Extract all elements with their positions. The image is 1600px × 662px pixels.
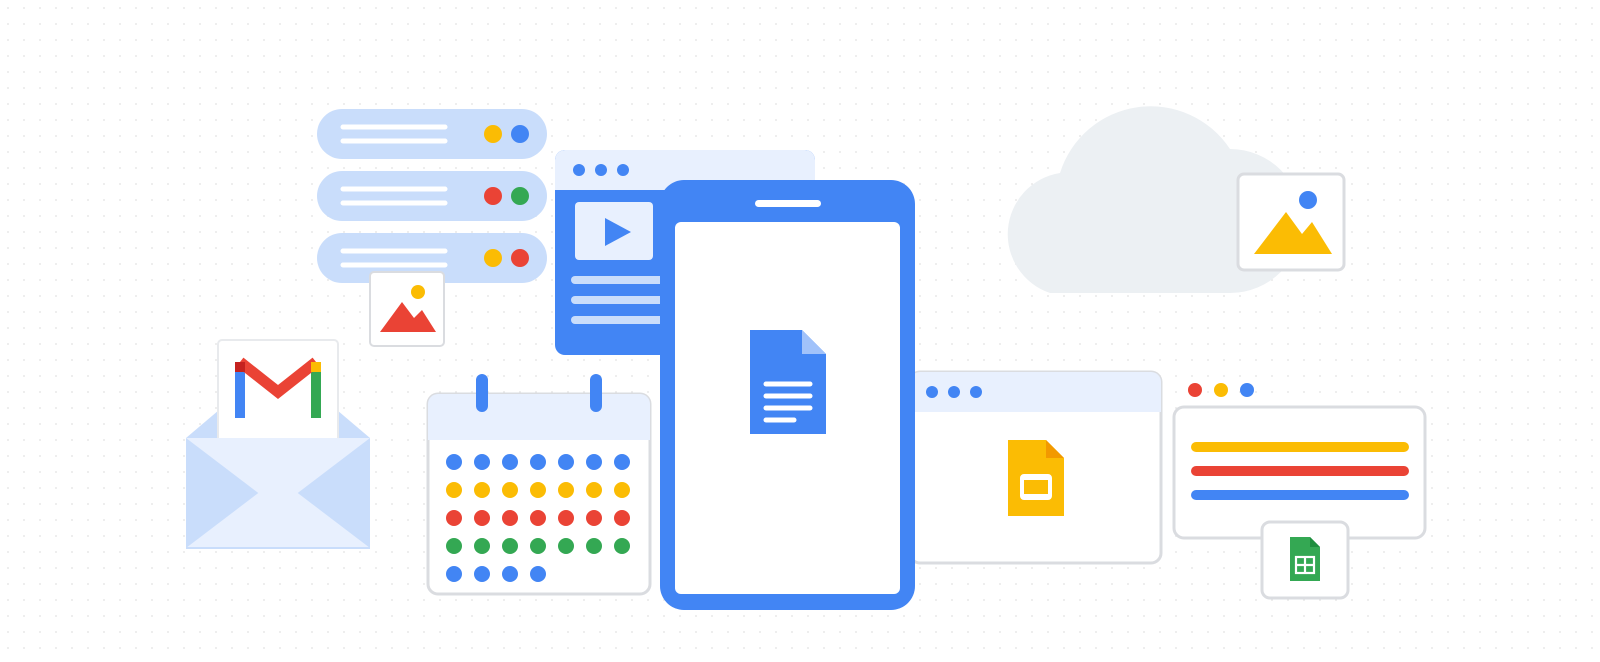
- google-docs-tablet-icon: [660, 180, 915, 610]
- image-icon: [368, 270, 446, 348]
- google-sheets-card-icon: [1260, 520, 1350, 600]
- image-framed-icon: [1236, 172, 1346, 272]
- calendar-icon: [424, 370, 654, 598]
- window-dots-icon: [1185, 380, 1265, 400]
- server-stack-icon: [315, 105, 550, 285]
- google-slides-browser-icon: [908, 370, 1163, 565]
- gmail-icon: [178, 310, 378, 560]
